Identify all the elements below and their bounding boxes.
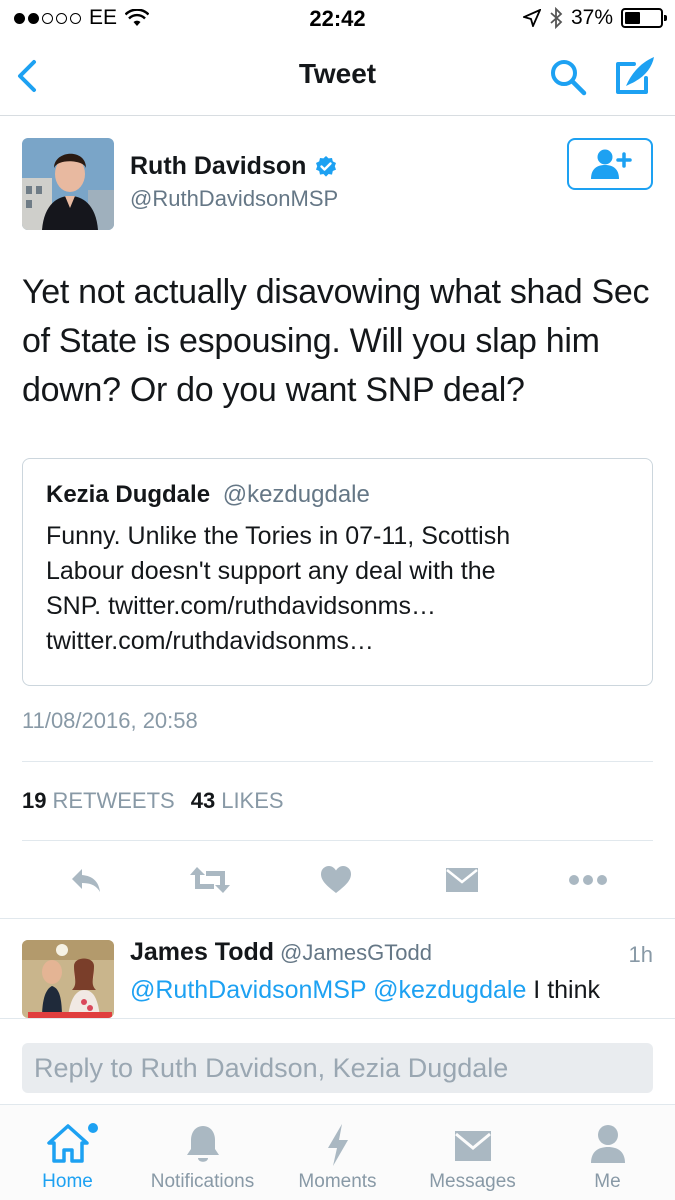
- lightning-icon: [327, 1124, 348, 1166]
- author-name[interactable]: Ruth Davidson: [130, 152, 338, 181]
- tweet-actions: [0, 858, 675, 902]
- reply-author-avatar[interactable]: [22, 940, 114, 1018]
- search-icon[interactable]: [547, 56, 589, 98]
- reply-author[interactable]: James Todd @JamesGTodd: [130, 938, 432, 967]
- quoted-tweet-line: SNP. twitter.com/ruthdavidsonms…: [46, 592, 436, 620]
- tweet-stats: 19 RETWEETS 43 LIKES: [22, 788, 284, 814]
- person-icon: [590, 1125, 625, 1163]
- envelope-icon: [454, 1131, 491, 1161]
- tab-me[interactable]: Me: [540, 1105, 675, 1200]
- reply-input[interactable]: [22, 1043, 653, 1093]
- likes-count: 43: [190, 788, 216, 813]
- reply-body: I think: [526, 976, 601, 1004]
- bluetooth-icon: [550, 7, 563, 29]
- reply-composer: [0, 1018, 675, 1104]
- retweets-stat[interactable]: 19 RETWEETS: [22, 788, 175, 814]
- battery-percentage: 37%: [570, 6, 613, 29]
- tab-home[interactable]: Home: [0, 1105, 135, 1200]
- reply-author-name: James Todd: [130, 938, 275, 966]
- tab-label: Messages: [429, 1171, 516, 1192]
- quoted-tweet-text: Funny. Unlike the Tories in 07-11, Scott…: [46, 519, 636, 659]
- quoted-tweet-header: Kezia Dugdale @kezdugdale: [46, 481, 370, 509]
- likes-label: LIKES: [221, 788, 284, 813]
- quoted-author-name: Kezia Dugdale: [46, 481, 211, 508]
- tab-label: Notifications: [150, 1171, 255, 1192]
- location-arrow-icon: [522, 9, 541, 27]
- compose-tweet-icon[interactable]: [612, 54, 658, 98]
- status-bar: EE 22:42 37%: [0, 0, 675, 38]
- home-icon: [46, 1124, 89, 1163]
- quoted-tweet-card[interactable]: Kezia Dugdale @kezdugdale Funny. Unlike …: [22, 458, 653, 686]
- status-right: 37%: [522, 6, 667, 30]
- reply-author-handle: @JamesGTodd: [280, 940, 432, 965]
- mention-link[interactable]: @kezdugdale: [373, 976, 526, 1004]
- tweet-text: Yet not actually disavowing what shad Se…: [22, 273, 650, 409]
- more-dots-icon: [569, 875, 607, 885]
- battery-icon: [621, 8, 667, 28]
- quoted-tweet-line: Funny. Unlike the Tories in 07-11, Scott…: [46, 522, 511, 550]
- avatar-photo: [22, 940, 114, 1018]
- retweets-count: 19: [22, 788, 47, 813]
- tab-label: Me: [594, 1171, 621, 1192]
- reply-button[interactable]: [64, 858, 108, 902]
- quoted-author-handle: @kezdugdale: [222, 481, 370, 508]
- author-name-text: Ruth Davidson: [130, 152, 307, 180]
- verified-badge-icon: [316, 155, 337, 177]
- more-options-button[interactable]: [566, 858, 610, 902]
- divider: [22, 840, 653, 841]
- tab-label: Moments: [298, 1171, 377, 1192]
- envelope-icon: [446, 868, 478, 892]
- tab-notifications[interactable]: Notifications: [135, 1105, 270, 1200]
- add-user-icon: [591, 149, 632, 179]
- tab-label: Home: [42, 1171, 93, 1192]
- like-button[interactable]: [314, 858, 358, 902]
- retweets-label: RETWEETS: [52, 788, 175, 813]
- quoted-tweet-line: twitter.com/ruthdavidsonms…: [46, 627, 374, 655]
- divider: [0, 918, 675, 919]
- reply-icon: [72, 869, 100, 892]
- avatar-photo: [22, 138, 114, 230]
- new-tweets-dot: [88, 1123, 98, 1133]
- quoted-tweet-line: Labour doesn't support any deal with the: [46, 557, 496, 585]
- retweet-button[interactable]: [188, 858, 232, 902]
- reply-time: 1h: [628, 942, 653, 967]
- mention-link[interactable]: @RuthDavidsonMSP: [130, 976, 366, 1004]
- follow-button[interactable]: [567, 138, 653, 190]
- author-avatar[interactable]: [22, 138, 114, 230]
- author-handle[interactable]: @RuthDavidsonMSP: [130, 186, 338, 212]
- tweet-timestamp: 11/08/2016, 20:58: [22, 708, 198, 733]
- likes-stat[interactable]: 43 LIKES: [191, 788, 284, 814]
- reply-text: @RuthDavidsonMSP @kezdugdale I think: [130, 972, 660, 1018]
- heart-icon: [321, 866, 351, 893]
- navigation-bar: Tweet: [0, 38, 675, 116]
- bell-icon: [186, 1126, 219, 1162]
- tab-messages[interactable]: Messages: [405, 1105, 540, 1200]
- divider: [22, 761, 653, 762]
- tab-moments[interactable]: Moments: [270, 1105, 405, 1200]
- direct-message-button[interactable]: [440, 858, 484, 902]
- retweet-icon: [190, 867, 230, 893]
- bottom-tab-bar: Home Notifications Moments Messages Me: [0, 1104, 675, 1200]
